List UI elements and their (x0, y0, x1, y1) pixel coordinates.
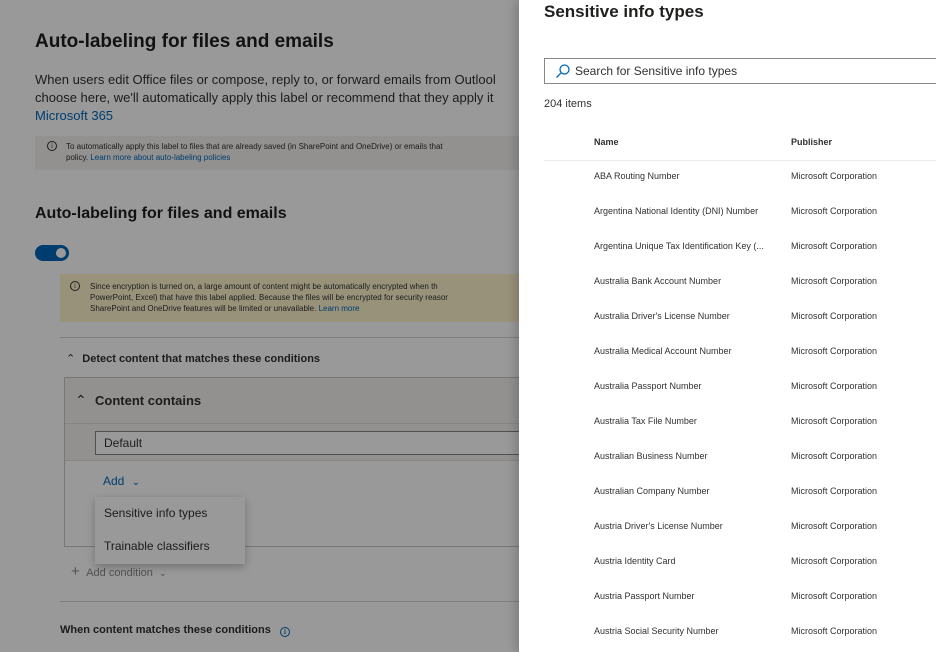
row-publisher: Microsoft Corporation (791, 276, 878, 286)
row-name: Austria Driver's License Number (594, 521, 723, 531)
modal-overlay[interactable] (0, 0, 519, 652)
row-name: Australia Bank Account Number (594, 276, 722, 286)
table-row[interactable]: Argentina Unique Tax Identification Key … (544, 229, 936, 264)
row-publisher: Microsoft Corporation (791, 626, 878, 636)
row-name: Austria Passport Number (594, 591, 695, 601)
table-row[interactable]: Austria Passport Number Microsoft Corpora… (544, 579, 936, 614)
row-name: Australia Passport Number (594, 381, 702, 391)
row-name: Australia Driver's License Number (594, 311, 730, 321)
row-name: ABA Routing Number (594, 171, 680, 181)
row-name: Australian Company Number (594, 486, 710, 496)
sensitive-info-types-list: ABA Routing Number Microsoft Corporation A… (544, 159, 936, 649)
row-name: Argentina Unique Tax Identification Key … (594, 241, 764, 251)
item-count: 204 items (544, 98, 592, 110)
row-publisher: Microsoft Corporation (791, 241, 878, 251)
column-header-name[interactable]: Name (594, 137, 619, 147)
table-row[interactable]: Australia Driver's License Number Microso… (544, 299, 936, 334)
row-name: Australia Tax File Number (594, 416, 697, 426)
column-header-publisher[interactable]: Publisher (791, 137, 832, 147)
table-row[interactable]: Australia Bank Account Number Microsoft C… (544, 264, 936, 299)
search-icon (556, 64, 570, 78)
row-publisher: Microsoft Corporation (791, 556, 878, 566)
row-publisher: Microsoft Corporation (791, 451, 878, 461)
row-name: Austria Identity Card (594, 556, 676, 566)
row-publisher: Microsoft Corporation (791, 171, 878, 181)
table-row[interactable]: Australia Passport Number Microsoft Corpo… (544, 369, 936, 404)
search-box[interactable] (544, 58, 936, 84)
row-name: Austria Social Security Number (594, 626, 719, 636)
table-row[interactable]: ABA Routing Number Microsoft Corporation (544, 159, 936, 194)
table-row[interactable]: Australian Business Number Microsoft Corp… (544, 439, 936, 474)
table-row[interactable]: Austria Driver's License Number Microsoft… (544, 509, 936, 544)
row-publisher: Microsoft Corporation (791, 381, 878, 391)
row-publisher: Microsoft Corporation (791, 206, 878, 216)
row-publisher: Microsoft Corporation (791, 311, 878, 321)
row-name: Australia Medical Account Number (594, 346, 732, 356)
row-publisher: Microsoft Corporation (791, 486, 878, 496)
sensitive-info-types-panel: Sensitive info types 204 items Name Publ… (519, 0, 936, 652)
row-publisher: Microsoft Corporation (791, 416, 878, 426)
search-input[interactable] (575, 62, 935, 80)
row-publisher: Microsoft Corporation (791, 591, 878, 601)
row-publisher: Microsoft Corporation (791, 346, 878, 356)
table-row[interactable]: Australian Company Number Microsoft Corpo… (544, 474, 936, 509)
table-row[interactable]: Austria Social Security Number Microsoft … (544, 614, 936, 649)
row-publisher: Microsoft Corporation (791, 521, 878, 531)
table-header: Name Publisher (544, 127, 936, 161)
table-row[interactable]: Austria Identity Card Microsoft Corporati… (544, 544, 936, 579)
row-name: Argentina National Identity (DNI) Number (594, 206, 759, 216)
row-name: Australian Business Number (594, 451, 708, 461)
panel-title: Sensitive info types (544, 2, 704, 21)
table-row[interactable]: Argentina National Identity (DNI) Number… (544, 194, 936, 229)
table-row[interactable]: Australia Tax File Number Microsoft Corpo… (544, 404, 936, 439)
table-row[interactable]: Australia Medical Account Number Microsof… (544, 334, 936, 369)
